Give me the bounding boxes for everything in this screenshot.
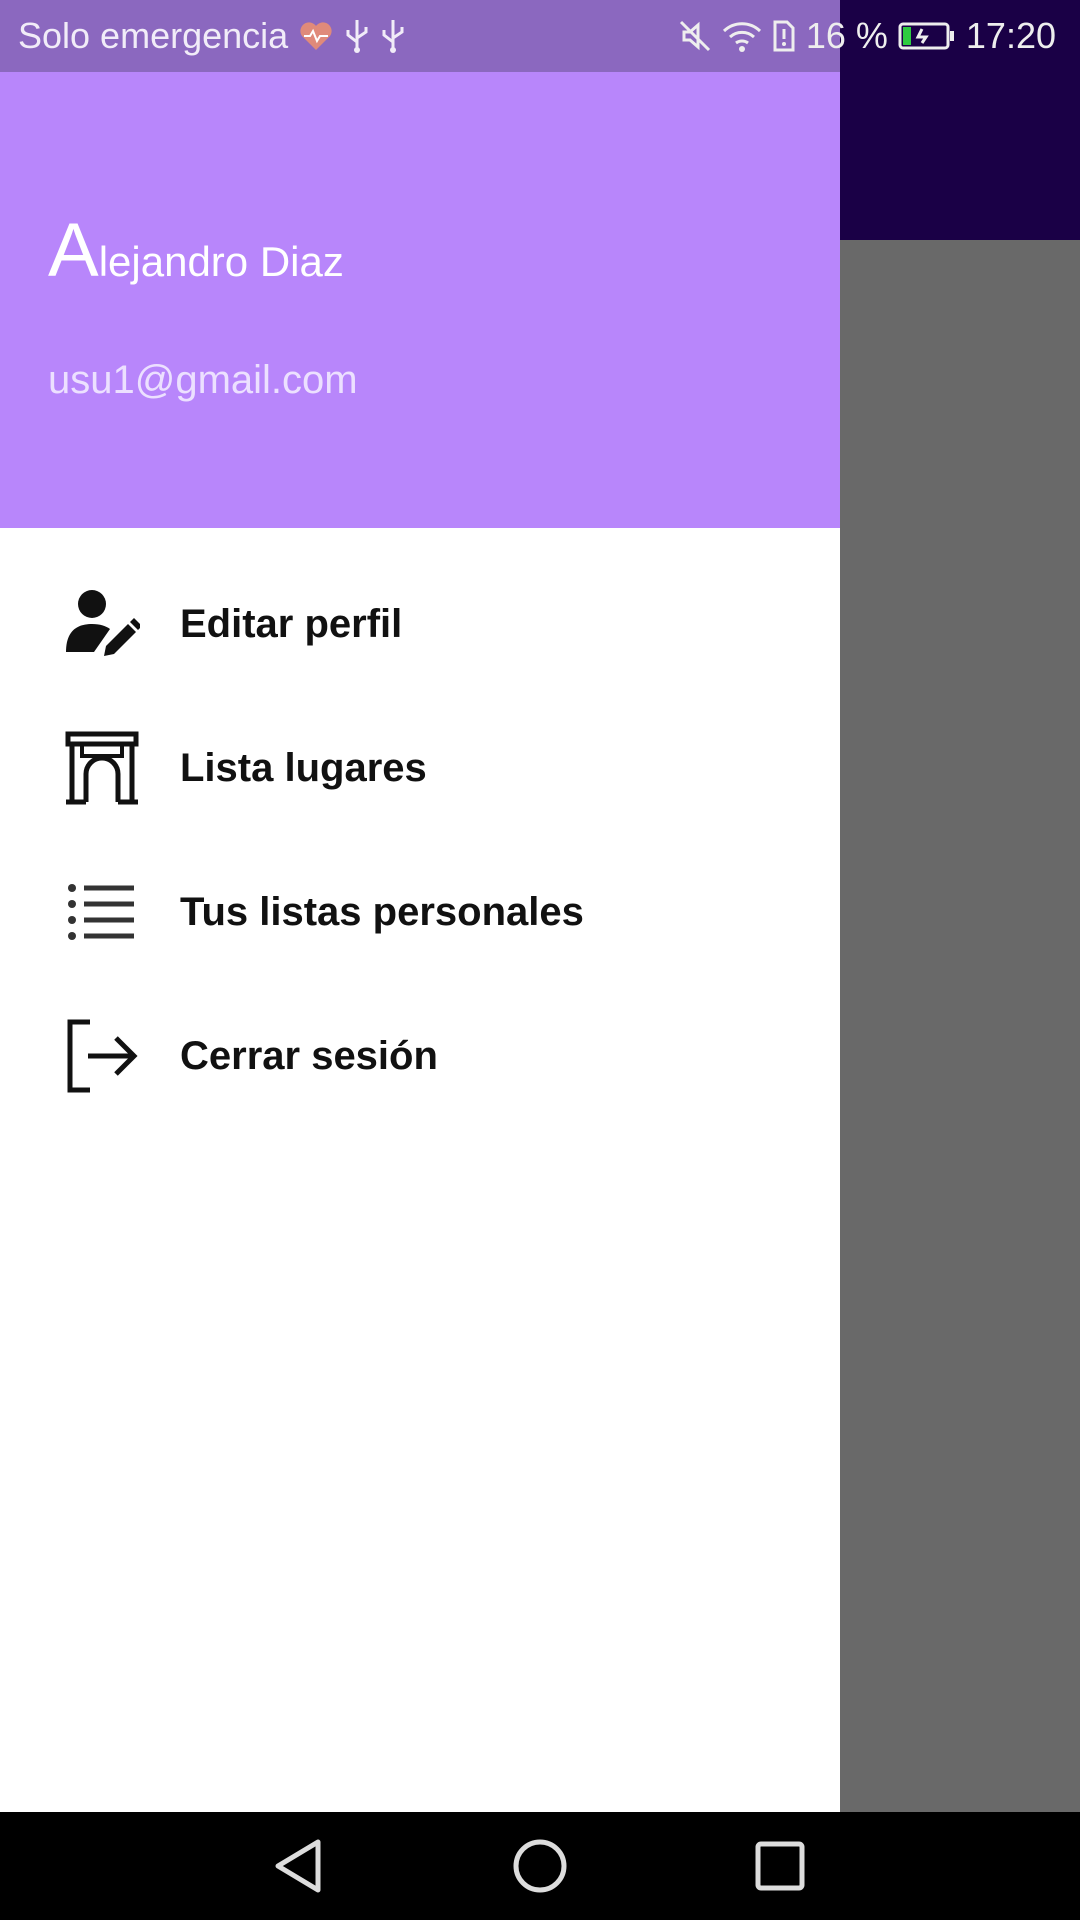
sim-alert-icon <box>772 19 796 53</box>
menu-item-label: Tus listas personales <box>180 889 584 934</box>
user-name: Alejandro Diaz <box>48 207 344 294</box>
recents-icon[interactable] <box>748 1834 812 1898</box>
usb-icon <box>380 18 406 54</box>
clock: 17:20 <box>965 15 1056 56</box>
menu-item-logout[interactable]: Cerrar sesión <box>0 984 840 1128</box>
mute-icon <box>678 19 712 53</box>
menu-item-edit-profile[interactable]: Editar perfil <box>0 552 840 696</box>
usb-icon <box>344 18 370 54</box>
status-bar-left: Solo emergencia <box>18 0 406 72</box>
health-heart-icon <box>298 20 334 52</box>
menu-item-label: Cerrar sesión <box>180 1033 438 1078</box>
status-bar: Solo emergencia 16 % 17:20 <box>0 0 1080 72</box>
drawer-header: Alejandro Diaz usu1@gmail.com <box>0 72 840 528</box>
menu-item-personal-lists[interactable]: Tus listas personales <box>0 840 840 984</box>
edit-profile-icon <box>64 586 140 662</box>
user-name-rest: lejandro Diaz <box>98 238 344 285</box>
status-bar-right: 16 % 17:20 <box>678 0 1056 72</box>
back-icon[interactable] <box>268 1834 332 1898</box>
menu-item-label: Editar perfil <box>180 601 403 646</box>
drawer-menu: Editar perfil Lista lugares Tus listas p… <box>0 552 840 1128</box>
battery-percent: 16 % <box>805 15 888 56</box>
navigation-drawer: Alejandro Diaz usu1@gmail.com Editar per… <box>0 72 840 1812</box>
battery-charging-icon <box>898 21 956 51</box>
menu-item-label: Lista lugares <box>180 745 427 790</box>
menu-item-places-list[interactable]: Lista lugares <box>0 696 840 840</box>
wifi-icon <box>722 19 762 53</box>
home-icon[interactable] <box>508 1834 572 1898</box>
logout-icon <box>64 1018 140 1094</box>
list-icon <box>64 874 140 950</box>
user-email: usu1@gmail.com <box>48 358 358 402</box>
carrier-text: Solo emergencia <box>18 15 289 56</box>
user-name-initial: A <box>48 208 99 293</box>
system-nav-bar <box>0 1812 1080 1920</box>
monument-arch-icon <box>64 730 140 806</box>
